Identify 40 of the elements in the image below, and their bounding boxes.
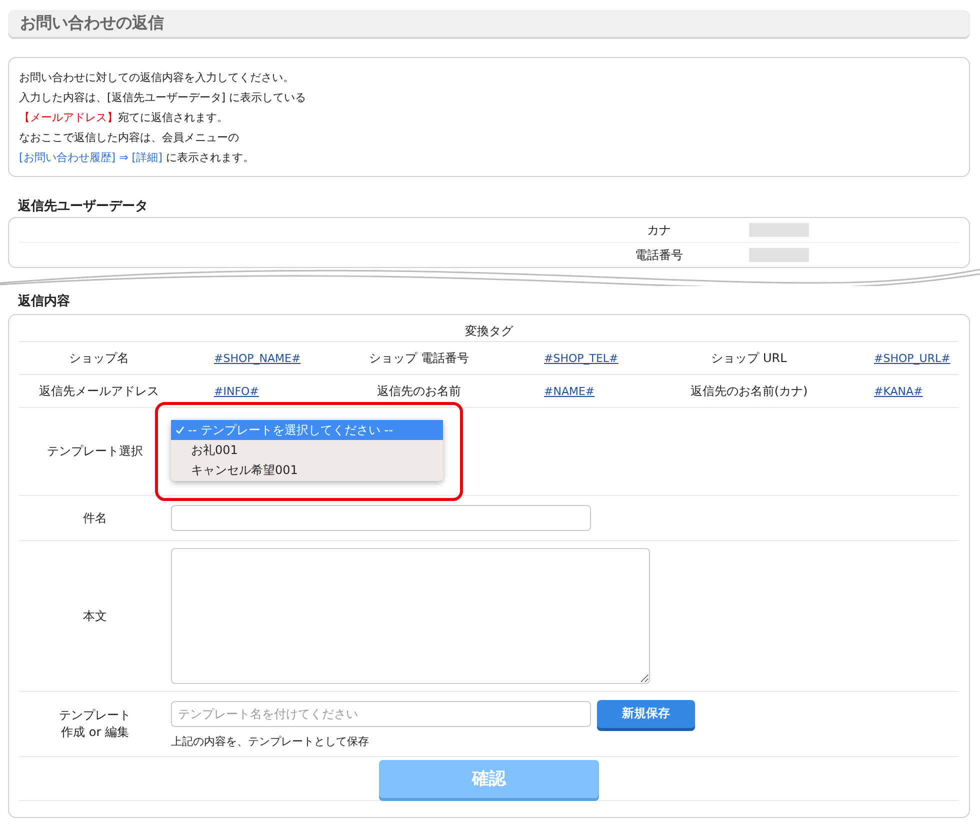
notice-text: 入力した内容は、[返信先ユーザーデータ] に表示している — [19, 91, 306, 104]
notice-text: なおここで返信した内容は、会員メニューの — [19, 131, 239, 144]
notice-text: 宛てに返信されます。 — [118, 111, 228, 124]
dropdown-option[interactable]: キャンセル希望001 — [171, 460, 443, 480]
tag-link[interactable]: #NAME# — [544, 385, 595, 398]
notice-link[interactable]: [お問い合わせ履歴] ⇒ [詳細] — [19, 151, 162, 164]
check-icon — [175, 424, 185, 434]
table-heading: 変換タグ — [19, 321, 959, 342]
table-cell-text: 返信先のお名前(カナ) — [689, 382, 809, 400]
notice-alert-text: 【メールアドレス】 — [19, 111, 118, 124]
blurred-value — [749, 248, 809, 262]
field-label: 作成 or 編集 — [60, 724, 130, 741]
dropdown-option[interactable]: お礼001 — [171, 440, 443, 460]
field-label: 件名 — [83, 510, 107, 524]
field-label: 本文 — [83, 608, 107, 622]
table-cell-text: ショップ名 — [68, 350, 130, 366]
page-title: お問い合わせの返信 — [20, 13, 164, 34]
section-heading: 返信内容 — [18, 292, 71, 310]
template-name-field[interactable]: テンプレート名を付けてください — [171, 700, 591, 726]
tag-link[interactable]: #SHOP_NAME# — [214, 352, 301, 365]
tag-link[interactable]: #INFO# — [214, 385, 259, 398]
table-cell-text: 返信先メールアドレス — [38, 382, 160, 400]
field-label: テンプレート — [58, 707, 132, 724]
section-heading: 返信先ユーザーデータ — [18, 198, 149, 215]
field-label: 電話番号 — [634, 246, 684, 264]
field-label: カナ — [646, 222, 672, 238]
save-button[interactable]: 新規保存 — [597, 700, 695, 728]
subject-field[interactable] — [171, 505, 591, 531]
tag-link[interactable]: #KANA# — [874, 385, 923, 398]
field-label: テンプレート選択 — [47, 444, 143, 458]
tag-link[interactable]: #SHOP_URL# — [874, 352, 950, 365]
notice-text: に表示されます。 — [164, 151, 254, 164]
table-cell-text: 返信先のお名前 — [376, 382, 462, 400]
blurred-value — [749, 223, 809, 237]
table-cell-text: ショップ 電話番号 — [368, 350, 470, 366]
helper-text: 上記の内容を、テンプレートとして保存 — [171, 734, 370, 748]
notice-text: お問い合わせに対しての返信内容を入力してください。 — [19, 71, 294, 84]
table-cell-text: ショップ URL — [710, 350, 788, 366]
tag-link[interactable]: #SHOP_TEL# — [544, 352, 618, 365]
body-textarea[interactable] — [171, 548, 650, 684]
